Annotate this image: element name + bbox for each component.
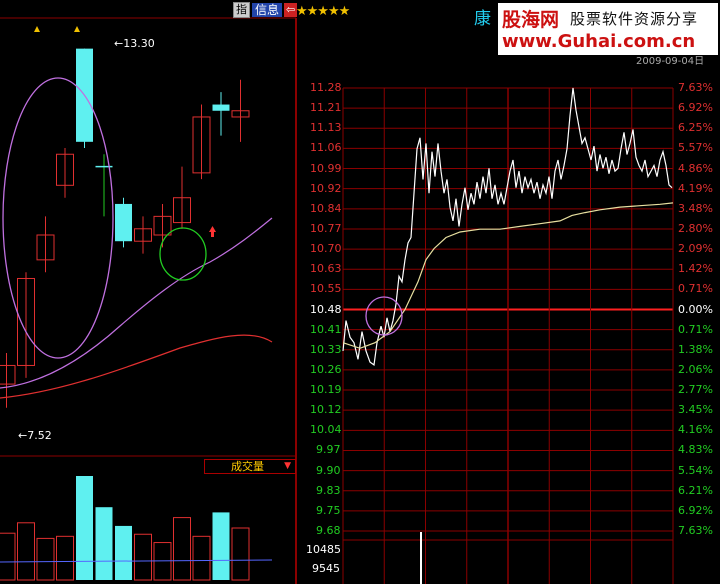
buy-arrow-stem xyxy=(211,232,214,237)
banner-slogan: 股票软件资源分享 xyxy=(570,10,699,28)
volume-bar-up xyxy=(192,535,211,581)
purple-annotation-ellipse xyxy=(2,77,114,359)
index-icon[interactable]: 指 xyxy=(233,2,250,18)
percent-axis-label: 4.16% xyxy=(678,423,713,437)
percent-axis-label: 2.80% xyxy=(678,221,713,235)
volume-bar-down xyxy=(115,525,132,580)
percent-axis-label: 0.71% xyxy=(678,322,713,336)
price-axis-label: 10.92 xyxy=(310,181,342,195)
volume-bar-up xyxy=(134,533,152,581)
percent-axis-label: 7.63% xyxy=(678,524,713,537)
candle-body-up xyxy=(0,364,16,385)
info-button[interactable]: 信息 xyxy=(252,3,283,17)
percent-axis-label: 2.06% xyxy=(678,362,713,376)
percent-axis-label: 4.83% xyxy=(678,443,713,457)
ma-red-line xyxy=(0,334,273,399)
banner-logo: 股海网 xyxy=(502,9,560,31)
percent-axis-label: 3.48% xyxy=(678,201,713,215)
candle-body-down xyxy=(212,104,230,111)
percent-axis-label: 1.42% xyxy=(678,262,713,276)
price-axis-label: 10.84 xyxy=(310,201,342,215)
percent-axis-label: 0.71% xyxy=(678,282,713,296)
volume-bar-up xyxy=(56,535,74,581)
price-axis-label: 11.21 xyxy=(310,101,342,115)
percent-axis-label: 0.00% xyxy=(678,302,713,316)
percent-axis-label: 2.77% xyxy=(678,383,713,397)
price-axis-label: 10.63 xyxy=(310,262,342,276)
volume-bar-up xyxy=(173,517,191,581)
price-axis-label: 9.90 xyxy=(316,463,341,477)
green-annotation-circle xyxy=(159,227,207,281)
hand-drawn-annotations xyxy=(2,77,403,359)
kline-volume-chart[interactable] xyxy=(0,476,273,581)
rating-stars-icon: ★★★★★ xyxy=(296,4,350,19)
percent-axis-label: 6.21% xyxy=(678,483,713,497)
price-axis-label: 10.26 xyxy=(310,362,342,376)
percent-axis-label: 4.19% xyxy=(678,181,713,195)
price-axis-label: 11.06 xyxy=(310,141,342,155)
stock-name: 康 xyxy=(474,9,491,29)
price-axis-label: 10.12 xyxy=(310,403,342,417)
volume-bar-down xyxy=(212,512,230,580)
chart-toolbar: 指 信息 ⇦ xyxy=(233,2,298,18)
volume-axis-mid: 9545 xyxy=(312,562,340,575)
low-price-marker: ←7.52 xyxy=(18,429,52,442)
percent-axis-label: 6.92% xyxy=(678,503,713,517)
high-price-marker: ←13.30 xyxy=(114,37,155,50)
price-axis-label: 10.77 xyxy=(310,221,342,235)
volume-axis-top: 10485 xyxy=(306,543,341,556)
price-axis-label: 9.83 xyxy=(316,483,341,497)
volume-bar-down xyxy=(76,476,93,580)
site-banner: 股海网 股票软件资源分享 www.Guhai.com.cn xyxy=(498,3,718,55)
percent-axis-label: 5.54% xyxy=(678,463,713,477)
candle-body-down xyxy=(115,203,132,242)
percent-axis-label: 6.92% xyxy=(678,101,713,115)
price-axis-label: 10.19 xyxy=(310,383,342,397)
ma-purple-line xyxy=(0,217,273,389)
percent-axis-label: 5.57% xyxy=(678,141,713,155)
intraday-grid xyxy=(342,87,674,584)
price-axis-label: 10.41 xyxy=(310,322,342,336)
price-axis-label: 10.48 xyxy=(310,302,342,316)
percent-axis-label: 4.86% xyxy=(678,161,713,175)
signal-triangle-icon xyxy=(34,26,40,32)
volume-indicator-selector[interactable]: 成交量 ▼ xyxy=(204,459,296,474)
percent-axis-label: 2.09% xyxy=(678,242,713,256)
percent-axis-label: 1.38% xyxy=(678,342,713,356)
price-axis-label: 9.68 xyxy=(316,524,341,537)
price-axis-label: 10.70 xyxy=(310,242,342,256)
price-axis-label: 11.13 xyxy=(310,121,342,135)
price-axis-label: 10.04 xyxy=(310,423,342,437)
volume-bar-up xyxy=(36,537,55,581)
percent-axis-label: 7.63% xyxy=(678,81,713,94)
volume-label: 成交量 xyxy=(231,460,264,473)
price-axis-label: 9.97 xyxy=(316,443,341,457)
chevron-down-icon[interactable]: ▼ xyxy=(284,460,291,473)
signal-triangle-icon xyxy=(74,26,80,32)
price-axis-label: 9.75 xyxy=(316,503,341,517)
buy-arrow-icon xyxy=(209,226,216,232)
date-stamp: 2009-09-04日 xyxy=(636,56,705,67)
percent-axis-label: 3.45% xyxy=(678,403,713,417)
intraday-volume-bar xyxy=(420,532,422,584)
volume-ma-line xyxy=(0,559,273,563)
volume-bar-up xyxy=(17,522,35,581)
percent-axis-label: 6.25% xyxy=(678,121,713,135)
price-axis-label: 10.33 xyxy=(310,342,342,356)
price-axis-label: 10.55 xyxy=(310,282,342,296)
banner-url: www.Guhai.com.cn xyxy=(502,31,696,52)
price-axis-label: 10.99 xyxy=(310,161,342,175)
volume-bar-down xyxy=(95,507,113,580)
price-axis-label: 11.28 xyxy=(310,81,342,94)
volume-bar-up xyxy=(231,527,250,581)
volume-bar-up xyxy=(0,532,16,581)
chart-stage xyxy=(0,0,720,584)
